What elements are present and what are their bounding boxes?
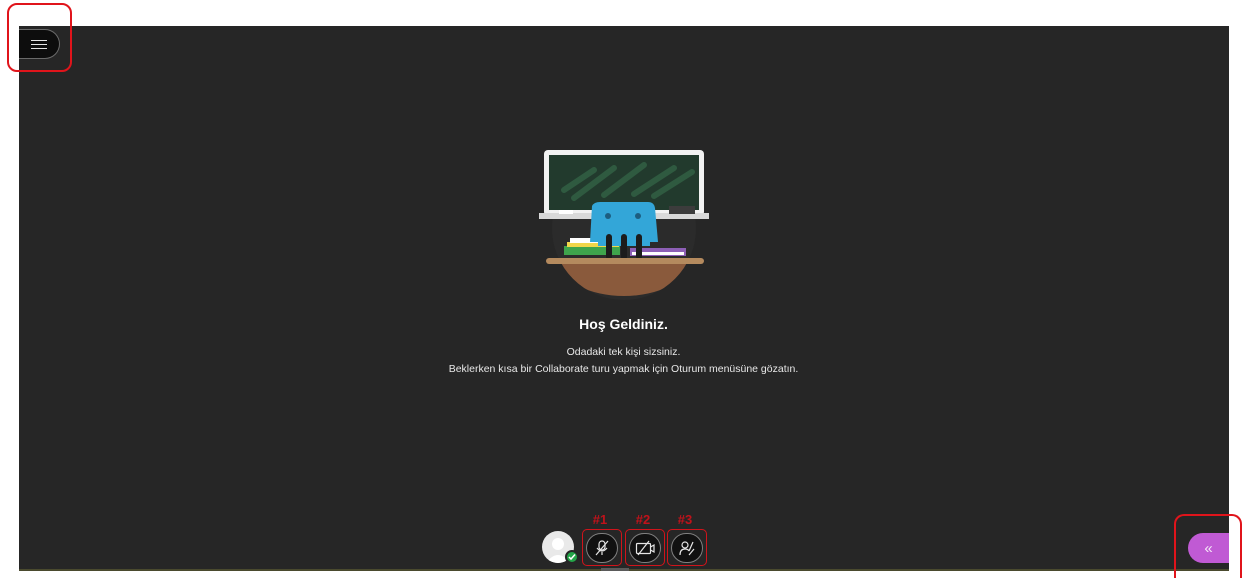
annotation-label-2: #2 (635, 512, 651, 527)
classroom-illustration (539, 150, 709, 300)
welcome-message-line-1: Odadaki tek kişi sizsiniz. (566, 346, 681, 358)
microphone-button[interactable] (586, 533, 618, 563)
welcome-title: Hoş Geldiniz. (579, 316, 668, 332)
camera-off-icon (635, 540, 655, 556)
annotation-box-collab (1174, 514, 1242, 578)
welcome-message-line-2: Beklerken kısa bir Collaborate turu yapm… (448, 363, 799, 375)
bottom-drawer-handle[interactable] (601, 568, 629, 571)
camera-button[interactable] (629, 533, 661, 563)
raise-hand-icon (679, 541, 695, 556)
microphone-muted-icon (595, 540, 609, 556)
annotation-box-menu (7, 3, 72, 72)
raise-hand-button[interactable] (671, 533, 703, 563)
status-check-icon (565, 550, 579, 564)
annotation-label-1: #1 (592, 512, 608, 527)
annotation-label-3: #3 (677, 512, 693, 527)
